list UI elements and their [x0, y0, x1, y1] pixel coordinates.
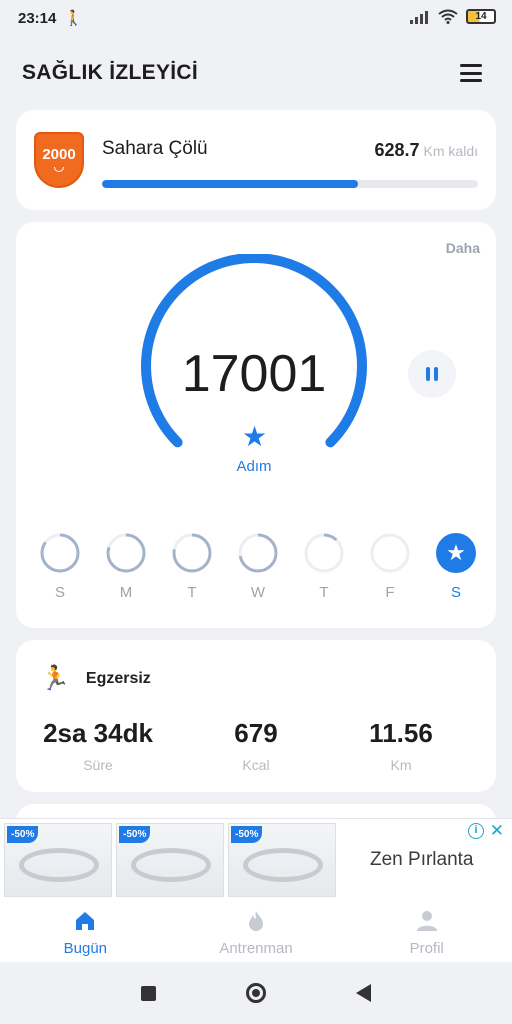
challenge-name: Sahara Çölü: [102, 138, 208, 159]
battery-indicator: 14: [466, 9, 496, 24]
challenge-badge: 2000: [34, 132, 84, 188]
running-person-icon: 🏃: [40, 665, 70, 692]
step-count: 17001: [181, 345, 327, 403]
tab-label: Profil: [409, 940, 444, 957]
tab-profile[interactable]: Profil: [341, 900, 512, 962]
pause-icon-bar: [426, 367, 430, 381]
remaining-value: 628.7: [374, 140, 420, 160]
stat-label: Km: [390, 757, 412, 773]
day-label: S: [54, 584, 65, 601]
ad-discount-tag: -50%: [119, 826, 151, 843]
steps-card: Daha 17001 ★ Adım S M T W T F ★ S: [16, 222, 496, 628]
day-0[interactable]: S: [38, 532, 82, 601]
tab-today[interactable]: Bugün: [0, 900, 171, 962]
day-progress-ring: [172, 533, 212, 573]
stat-value: 2sa 34dk: [43, 718, 153, 748]
ad-product-image[interactable]: -50%: [4, 823, 112, 897]
recent-apps-icon[interactable]: [141, 985, 156, 1001]
day-label: S: [450, 584, 461, 601]
day-1[interactable]: M: [104, 532, 148, 601]
tab-label: Antrenman: [219, 940, 293, 957]
day-2[interactable]: T: [170, 532, 214, 601]
person-icon: [416, 911, 437, 931]
day-6[interactable]: ★ S: [434, 532, 478, 601]
exercise-stat-duration: 2sa 34dk Süre: [18, 718, 178, 773]
badge-value: 2000: [42, 146, 76, 163]
more-link[interactable]: Daha: [446, 240, 480, 256]
day-label: F: [385, 584, 395, 601]
exercise-header: 🏃 Egzersiz: [40, 664, 151, 693]
ad-discount-tag: -50%: [7, 826, 39, 843]
signal-icon: [410, 10, 428, 24]
ad-brand-name[interactable]: Zen Pırlanta: [370, 849, 474, 871]
weekly-progress: S M T W T F ★ S: [38, 532, 478, 601]
status-icons: 14: [410, 9, 496, 24]
day-label: W: [250, 584, 266, 601]
stat-label: Süre: [83, 757, 113, 773]
ring-image: [243, 848, 323, 882]
exercise-title: Egzersiz: [85, 669, 151, 687]
close-icon[interactable]: ✕: [490, 821, 504, 841]
home-icon: [76, 912, 95, 930]
challenge-remaining: 628.7 Km kaldı: [374, 140, 478, 161]
star-icon: ★: [436, 533, 476, 573]
home-button-icon[interactable]: [246, 983, 266, 1003]
app-header: SAĞLIK İZLEYİCİ: [0, 50, 512, 96]
day-progress-ring: [40, 533, 80, 573]
ring-image: [131, 848, 211, 882]
ad-product-image[interactable]: -50%: [228, 823, 336, 897]
day-label: T: [319, 584, 329, 601]
day-label: M: [119, 584, 133, 601]
status-time: 23:14: [18, 9, 57, 27]
status-bar: 23:14 🚶 14: [0, 0, 512, 36]
day-label: T: [187, 584, 197, 601]
day-4[interactable]: T: [302, 532, 346, 601]
info-icon[interactable]: i: [468, 823, 484, 839]
walking-person-icon: 🚶: [64, 10, 84, 27]
remaining-unit: Km kaldı: [423, 143, 478, 159]
pause-icon-bar: [434, 367, 438, 381]
ad-discount-tag: -50%: [231, 826, 263, 843]
step-unit-label: Adım: [236, 458, 272, 475]
challenge-progress-bar: [102, 180, 478, 188]
badge-smile-icon: [54, 167, 64, 172]
day-3[interactable]: W: [236, 532, 280, 601]
day-progress-ring: [238, 533, 278, 573]
day-progress-ring: [370, 533, 410, 573]
pause-button[interactable]: [408, 350, 456, 398]
hamburger-menu-icon[interactable]: [460, 64, 482, 82]
ad-product-image[interactable]: -50%: [116, 823, 224, 897]
star-icon: ★: [242, 421, 268, 452]
bottom-navigation: Bugün Antrenman Profil: [0, 900, 512, 962]
day-progress-ring: [106, 533, 146, 573]
day-5[interactable]: F: [368, 532, 412, 601]
challenge-card[interactable]: 2000 Sahara Çölü 628.7 Km kaldı: [16, 110, 496, 210]
stat-value: 11.56: [369, 718, 433, 748]
tab-label: Bugün: [63, 940, 108, 957]
exercise-card[interactable]: 🏃 Egzersiz 2sa 34dk Süre 679 Kcal 11.56 …: [16, 640, 496, 792]
ad-banner[interactable]: -50% -50% -50% Zen Pırlanta i ✕: [0, 818, 512, 900]
page-title: SAĞLIK İZLEYİCİ: [22, 61, 199, 84]
tab-training[interactable]: Antrenman: [171, 900, 342, 962]
ring-image: [19, 848, 99, 882]
system-navigation: [0, 962, 512, 1024]
wifi-icon: [438, 9, 458, 24]
day-progress-ring: [304, 533, 344, 573]
flame-icon: [249, 911, 263, 931]
stat-value: 679: [234, 718, 278, 748]
challenge-progress-fill: [102, 180, 358, 188]
back-icon[interactable]: [356, 984, 371, 1002]
exercise-stat-kcal: 679 Kcal: [176, 718, 336, 773]
stat-label: Kcal: [242, 757, 270, 773]
battery-level: 14: [475, 11, 487, 22]
exercise-stat-km: 11.56 Km: [321, 718, 481, 773]
